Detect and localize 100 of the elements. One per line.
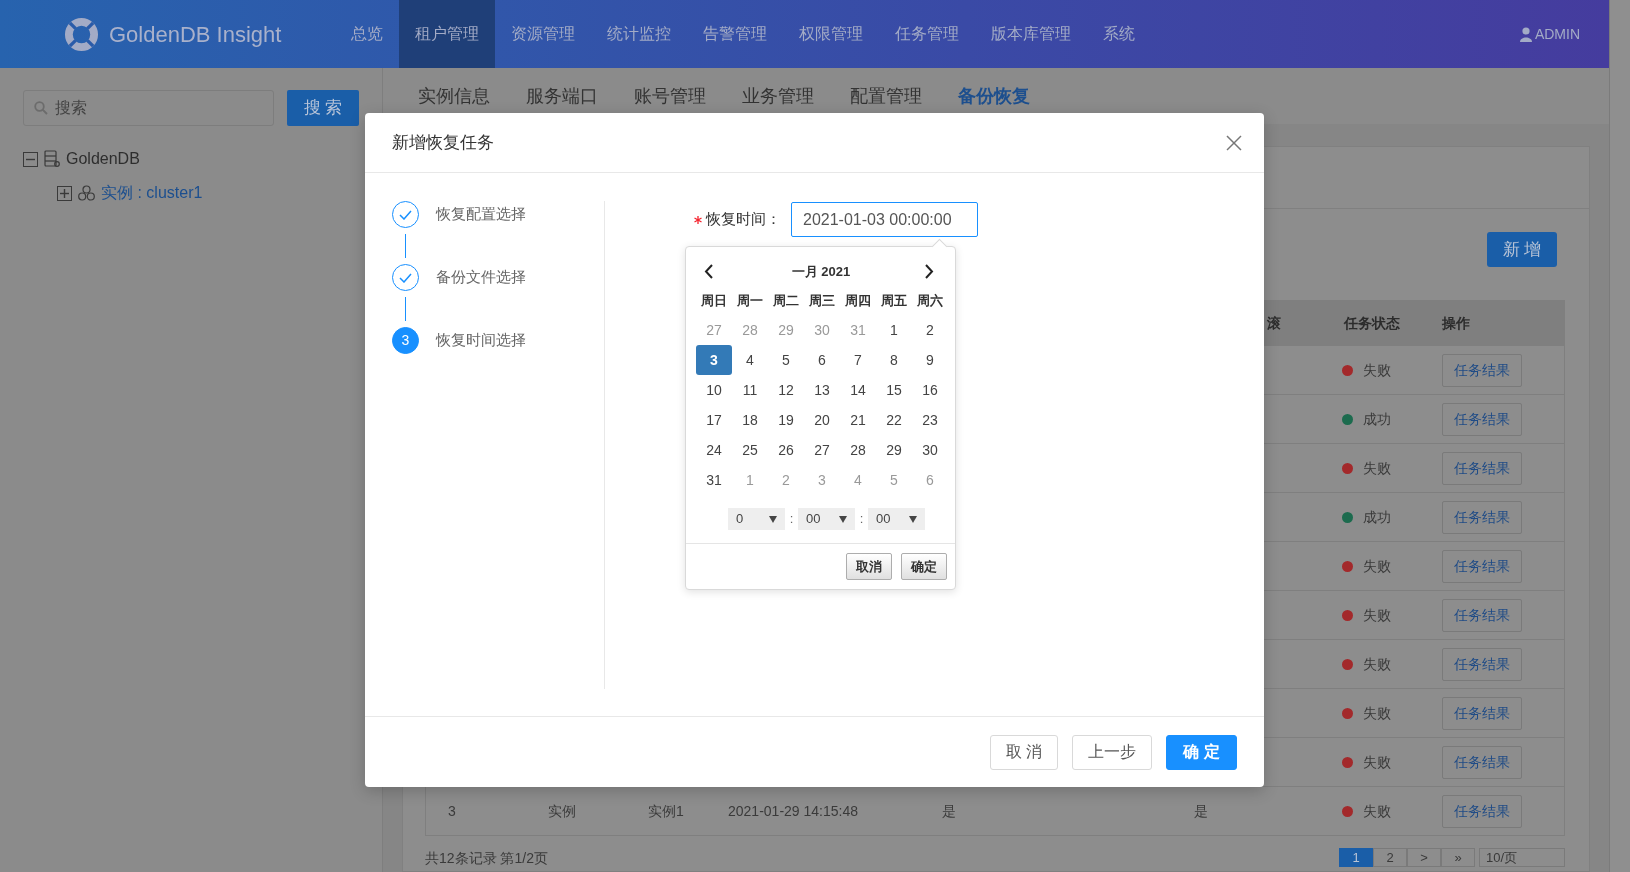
result-button[interactable]: 任务结果 — [1442, 794, 1522, 828]
day-cell[interactable]: 27 — [804, 435, 840, 465]
day-cell[interactable]: 10 — [696, 375, 732, 405]
cancel-button[interactable]: 取消 — [846, 553, 892, 580]
status-text: 失败 — [1363, 557, 1391, 574]
day-cell[interactable]: 25 — [732, 435, 768, 465]
status-text: 失败 — [1363, 361, 1391, 378]
tree-item[interactable]: GoldenDB — [66, 147, 140, 171]
result-button[interactable]: 任务结果 — [1442, 647, 1522, 681]
search-button[interactable]: 搜 索 — [287, 90, 359, 126]
tab[interactable]: 实例信息 — [418, 82, 526, 110]
day-cell[interactable]: 28 — [840, 435, 876, 465]
day-cell[interactable]: 1 — [732, 465, 768, 495]
next-page-button[interactable]: > — [1407, 848, 1441, 867]
day-cell[interactable]: 3 — [696, 345, 732, 375]
day-cell[interactable]: 21 — [840, 405, 876, 435]
day-cell[interactable]: 6 — [912, 465, 948, 495]
dialog-button[interactable]: 确 定 — [1166, 734, 1237, 770]
day-cell[interactable]: 8 — [876, 345, 912, 375]
day-cell[interactable]: 17 — [696, 405, 732, 435]
date-time-field[interactable]: 2021-01-03 00:00:00 — [791, 202, 978, 237]
weekday-label: 周五 — [880, 292, 908, 311]
day-cell[interactable]: 29 — [768, 315, 804, 345]
collapse-icon[interactable] — [23, 151, 38, 167]
result-button[interactable]: 任务结果 — [1442, 745, 1522, 779]
day-cell[interactable]: 28 — [732, 315, 768, 345]
step-connector — [405, 234, 406, 258]
day-cell[interactable]: 30 — [912, 435, 948, 465]
nav-item[interactable]: 系统 — [1087, 0, 1151, 68]
day-cell[interactable]: 14 — [840, 375, 876, 405]
day-cell[interactable]: 16 — [912, 375, 948, 405]
step-label: 恢复时间选择 — [436, 330, 526, 351]
day-cell[interactable]: 4 — [732, 345, 768, 375]
day-cell[interactable]: 15 — [876, 375, 912, 405]
day-cell[interactable]: 24 — [696, 435, 732, 465]
day-cell[interactable]: 6 — [804, 345, 840, 375]
scrollbar[interactable] — [1609, 0, 1630, 872]
page-button[interactable]: 1 — [1339, 848, 1373, 867]
nav-item[interactable]: 资源管理 — [495, 0, 591, 68]
confirm-button[interactable]: 确定 — [901, 553, 947, 580]
nav-item[interactable]: 版本库管理 — [975, 0, 1087, 68]
day-cell[interactable]: 3 — [804, 465, 840, 495]
day-cell[interactable]: 22 — [876, 405, 912, 435]
day-cell[interactable]: 18 — [732, 405, 768, 435]
nav-item[interactable]: 总览 — [335, 0, 399, 68]
dialog-button[interactable]: 上一步 — [1072, 734, 1152, 770]
day-cell[interactable]: 4 — [840, 465, 876, 495]
hour-select[interactable]: 0 — [728, 508, 785, 530]
nav-item[interactable]: 任务管理 — [879, 0, 975, 68]
add-button[interactable]: 新 增 — [1487, 232, 1557, 267]
page-size-select[interactable]: 10/页 — [1479, 848, 1565, 867]
day-cell[interactable]: 23 — [912, 405, 948, 435]
day-cell[interactable]: 11 — [732, 375, 768, 405]
day-cell[interactable]: 1 — [876, 315, 912, 345]
day-cell[interactable]: 30 — [804, 315, 840, 345]
day-cell[interactable]: 2 — [768, 465, 804, 495]
minute-select[interactable]: 00 — [798, 508, 855, 530]
day-cell[interactable]: 27 — [696, 315, 732, 345]
day-cell[interactable]: 29 — [876, 435, 912, 465]
dialog-button[interactable]: 取 消 — [989, 734, 1058, 770]
last-page-button[interactable]: » — [1441, 848, 1475, 867]
tree-item[interactable]: 实例 : cluster1 — [101, 181, 203, 205]
result-button[interactable]: 任务结果 — [1442, 598, 1522, 632]
second-select[interactable]: 00 — [868, 508, 925, 530]
day-cell[interactable]: 12 — [768, 375, 804, 405]
result-button[interactable]: 任务结果 — [1442, 549, 1522, 583]
day-cell[interactable]: 5 — [876, 465, 912, 495]
day-cell[interactable]: 13 — [804, 375, 840, 405]
step-label: 恢复配置选择 — [436, 204, 526, 225]
nav-item[interactable]: 统计监控 — [591, 0, 687, 68]
day-cell[interactable]: 26 — [768, 435, 804, 465]
day-cell[interactable]: 5 — [768, 345, 804, 375]
search-field[interactable]: 搜索 — [23, 90, 274, 126]
nav-item[interactable]: 租户管理 — [399, 0, 495, 68]
result-button[interactable]: 任务结果 — [1442, 353, 1522, 387]
user-icon — [1519, 26, 1532, 42]
day-cell[interactable]: 9 — [912, 345, 948, 375]
tab[interactable]: 配置管理 — [850, 82, 958, 110]
result-button[interactable]: 任务结果 — [1442, 451, 1522, 485]
nav-item[interactable]: 权限管理 — [783, 0, 879, 68]
day-cell[interactable]: 7 — [840, 345, 876, 375]
expand-icon[interactable] — [57, 185, 72, 201]
page-button[interactable]: 2 — [1373, 848, 1407, 867]
tab[interactable]: 备份恢复 — [958, 82, 1066, 110]
user-name[interactable]: ADMIN — [1534, 23, 1580, 45]
day-cell[interactable]: 31 — [840, 315, 876, 345]
result-button[interactable]: 任务结果 — [1442, 500, 1522, 534]
tab[interactable]: 账号管理 — [634, 82, 742, 110]
column-header: 任务状态 — [1342, 313, 1401, 333]
day-cell[interactable]: 31 — [696, 465, 732, 495]
result-button[interactable]: 任务结果 — [1442, 696, 1522, 730]
tab[interactable]: 服务端口 — [526, 82, 634, 110]
nav-item[interactable]: 告警管理 — [687, 0, 783, 68]
close-button[interactable] — [1226, 134, 1242, 151]
day-cell[interactable]: 19 — [768, 405, 804, 435]
day-cell[interactable]: 20 — [804, 405, 840, 435]
day-cell[interactable]: 2 — [912, 315, 948, 345]
weekday-label: 周六 — [916, 292, 944, 311]
tab[interactable]: 业务管理 — [742, 82, 850, 110]
result-button[interactable]: 任务结果 — [1442, 402, 1522, 436]
